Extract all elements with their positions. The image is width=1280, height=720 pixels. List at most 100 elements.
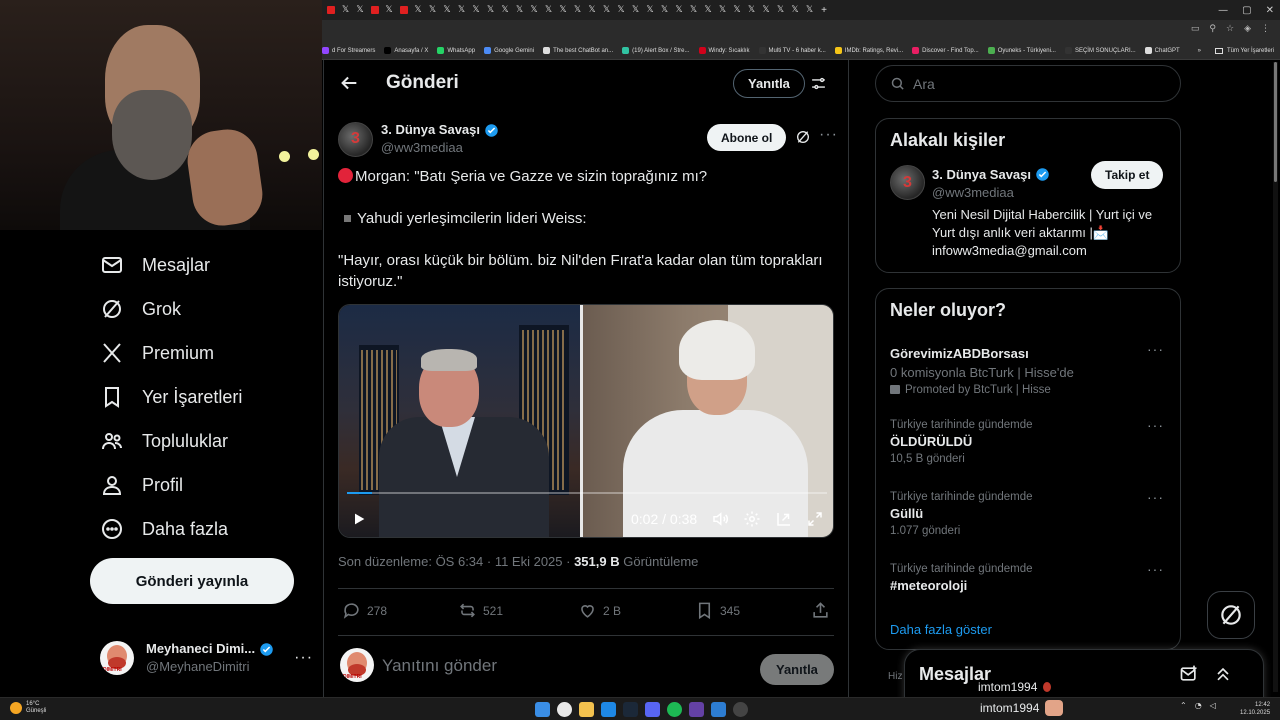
network-icon[interactable]: ◔ — [1195, 701, 1202, 710]
video-progress-bar[interactable] — [347, 492, 827, 494]
browser-tab[interactable]: 𝕏 — [382, 0, 396, 20]
browser-tab[interactable]: 𝕏 — [484, 0, 498, 20]
related-name[interactable]: 3. Dünya Savaşı — [932, 167, 1031, 182]
browser-tab[interactable]: 𝕏 — [585, 0, 599, 20]
profile-menu-icon[interactable]: ⋮ — [1261, 24, 1270, 34]
related-avatar[interactable]: 3 — [890, 165, 925, 200]
show-more-link[interactable]: Daha fazla göster — [890, 622, 992, 637]
browser-tab[interactable]: 𝕏 — [455, 0, 469, 20]
related-handle[interactable]: @ww3mediaa — [932, 185, 1014, 200]
browser-tab[interactable]: 𝕏 — [614, 0, 628, 20]
bookmark-item[interactable]: Oyuneks - Türkiyeni... — [987, 47, 1056, 54]
browser-tab[interactable]: 𝕏 — [339, 0, 353, 20]
share-action[interactable] — [811, 601, 830, 620]
browser-tab[interactable]: 𝕏 — [745, 0, 759, 20]
nav-item-grok[interactable]: Grok — [90, 287, 320, 331]
browser-tab[interactable]: 𝕏 — [353, 0, 367, 20]
trend-item[interactable]: Türkiye tarihinde gündemde Güllü 1.077 g… — [890, 489, 1170, 537]
clock[interactable]: 12:42 12.10.2025 — [1240, 701, 1270, 717]
chrome-icon[interactable] — [557, 702, 572, 717]
close-window-icon[interactable]: ✕ — [1266, 5, 1274, 16]
browser-tab[interactable]: 𝕏 — [411, 0, 425, 20]
app-icon[interactable] — [711, 702, 726, 717]
bookmark-action[interactable]: 345 — [695, 601, 740, 620]
volume-icon[interactable]: ◁ — [1210, 701, 1216, 710]
star-icon[interactable]: ☆ — [1226, 24, 1234, 34]
browser-tab[interactable]: 𝕏 — [556, 0, 570, 20]
bookmark-item[interactable]: SEÇİM SONUÇLARI... — [1064, 47, 1136, 54]
bookmark-item[interactable]: Multi TV - 6 haber k... — [758, 47, 826, 54]
nav-item-profile[interactable]: Profil — [90, 463, 320, 507]
browser-tab[interactable]: 𝕏 — [716, 0, 730, 20]
all-bookmarks[interactable]: » Tüm Yer İşaretleri — [1198, 42, 1274, 59]
browser-tab[interactable]: 𝕏 — [542, 0, 556, 20]
bookmark-item[interactable]: ChatGPT — [1144, 47, 1180, 54]
bookmark-item[interactable]: The best ChatBot an... — [543, 47, 613, 54]
browser-tab[interactable]: 𝕏 — [788, 0, 802, 20]
screen-share-icon[interactable]: ▭ — [1191, 24, 1200, 34]
app-icon[interactable] — [601, 702, 616, 717]
discord-icon[interactable] — [645, 702, 660, 717]
browser-tab[interactable]: 𝕏 — [629, 0, 643, 20]
trend-item[interactable]: GörevimizABDBorsası 0 komisyonla BtcTurk… — [890, 341, 1170, 396]
bookmark-item[interactable]: Discover - Find Top... — [912, 47, 979, 54]
browser-tab[interactable]: 𝕏 — [527, 0, 541, 20]
more-options-icon[interactable]: ··· — [1147, 489, 1164, 505]
nav-item-communities[interactable]: Topluluklar — [90, 419, 320, 463]
trend-item[interactable]: Türkiye tarihinde gündemde #meteoroloji … — [890, 561, 1170, 593]
author-handle[interactable]: @ww3mediaa — [381, 139, 499, 157]
new-tab-button[interactable]: + — [817, 0, 831, 20]
reply-header-button[interactable]: Yanıtla — [733, 69, 805, 98]
more-options-icon[interactable]: ··· — [819, 126, 838, 144]
browser-tab[interactable]: 𝕏 — [658, 0, 672, 20]
taskbar-notification[interactable]: imtom1994 — [980, 700, 1064, 716]
more-options-icon[interactable]: ··· — [1147, 561, 1164, 577]
steam-icon[interactable] — [623, 702, 638, 717]
more-options-icon[interactable]: ··· — [1147, 341, 1164, 357]
nav-item-more[interactable]: Daha fazla — [90, 507, 320, 551]
new-message-icon[interactable] — [1179, 664, 1199, 684]
like-action[interactable]: 2 B — [578, 601, 621, 620]
volume-icon[interactable] — [711, 510, 729, 528]
search-input[interactable] — [913, 75, 1153, 92]
bookmark-item[interactable]: d For Streamers — [322, 47, 375, 54]
file-explorer-icon[interactable] — [579, 702, 594, 717]
bookmark-item[interactable]: Anasayfa / X — [384, 47, 428, 54]
browser-tab[interactable]: 𝕏 — [600, 0, 614, 20]
expand-up-icon[interactable] — [1213, 664, 1233, 684]
bookmark-item[interactable]: Google Gemini — [484, 47, 534, 54]
repost-action[interactable]: 521 — [458, 601, 503, 620]
search-box[interactable] — [875, 65, 1181, 102]
browser-tab[interactable]: 𝕏 — [774, 0, 788, 20]
grok-icon[interactable] — [795, 129, 811, 145]
bookmark-item[interactable]: (19) Alert Box / Stre... — [622, 47, 690, 54]
trend-item[interactable]: Türkiye tarihinde gündemde ÖLDÜRÜLDÜ 10,… — [890, 417, 1170, 465]
account-more-icon[interactable]: ··· — [294, 649, 313, 667]
browser-tab[interactable] — [368, 0, 382, 20]
minimize-icon[interactable]: — — [1218, 5, 1228, 16]
page-scrollbar[interactable] — [1273, 62, 1278, 692]
browser-tab[interactable] — [397, 0, 411, 20]
browser-tab[interactable]: 𝕏 — [687, 0, 701, 20]
zoom-icon[interactable]: ⚲ — [1209, 24, 1216, 34]
related-person[interactable]: 3 3. Dünya Savaşı @ww3mediaa Takip et Ye… — [876, 161, 1180, 265]
browser-tab[interactable]: 𝕏 — [672, 0, 686, 20]
bookmark-item[interactable]: Windy: Sıcaklık — [698, 47, 750, 54]
nav-item-premium[interactable]: Premium — [90, 331, 320, 375]
nav-item-bookmarks[interactable]: Yer İşaretleri — [90, 375, 320, 419]
address-bar[interactable]: ▭ ⚲ ☆ ◈ ⋮ — [322, 20, 1280, 42]
author-name[interactable]: 3. Dünya Savaşı — [381, 121, 480, 139]
browser-tab[interactable]: 𝕏 — [469, 0, 483, 20]
windows-start-icon[interactable] — [535, 702, 550, 717]
browser-tab[interactable]: 𝕏 — [498, 0, 512, 20]
filter-settings-icon[interactable] — [810, 75, 827, 92]
reply-submit-button[interactable]: Yanıtla — [760, 654, 834, 685]
subscribe-button[interactable]: Abone ol — [707, 124, 787, 151]
post-button[interactable]: Gönderi yayınla — [90, 558, 294, 604]
browser-tab[interactable]: 𝕏 — [759, 0, 773, 20]
reply-input[interactable]: Yanıtını gönder — [382, 656, 497, 676]
play-icon[interactable] — [351, 511, 367, 527]
weather-widget[interactable]: 16°C Güneşli — [10, 701, 46, 715]
chevron-up-icon[interactable]: ⌃ — [1180, 701, 1187, 710]
follow-button[interactable]: Takip et — [1091, 161, 1164, 189]
